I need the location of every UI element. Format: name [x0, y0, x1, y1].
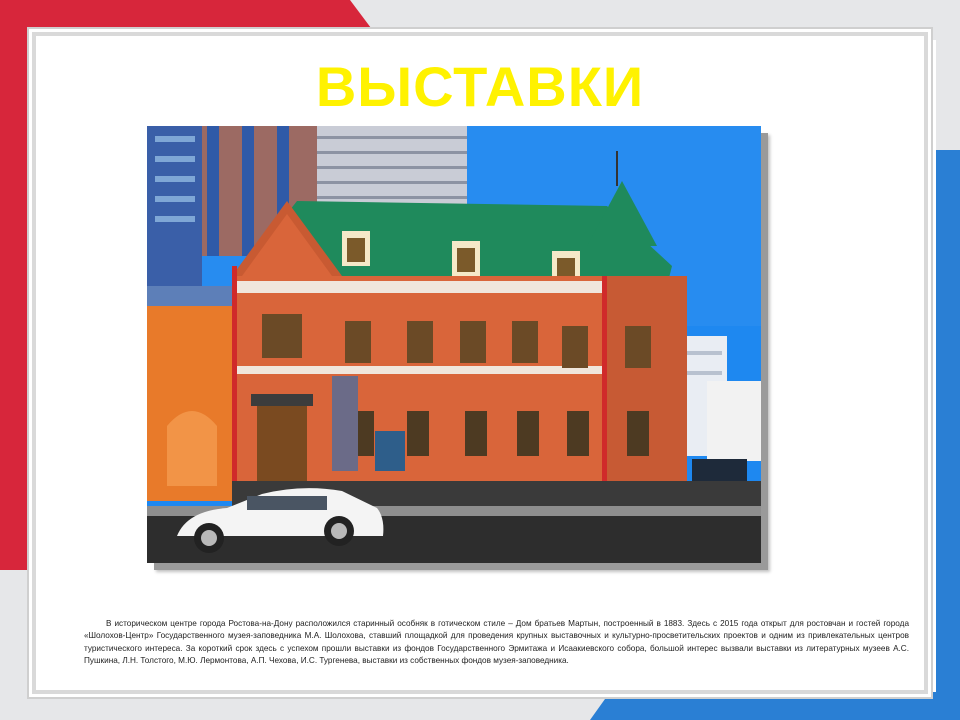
background-blue-stripe-bottom: [590, 692, 960, 720]
building-photo: [147, 126, 761, 563]
caption-text: В историческом центре города Ростова-на-…: [84, 619, 909, 666]
building-photo-drawing: [147, 126, 761, 563]
slide-title: ВЫСТАВКИ: [315, 55, 645, 118]
background-blue-stripe-right: [936, 150, 960, 720]
background-band-bottom: [0, 692, 610, 720]
